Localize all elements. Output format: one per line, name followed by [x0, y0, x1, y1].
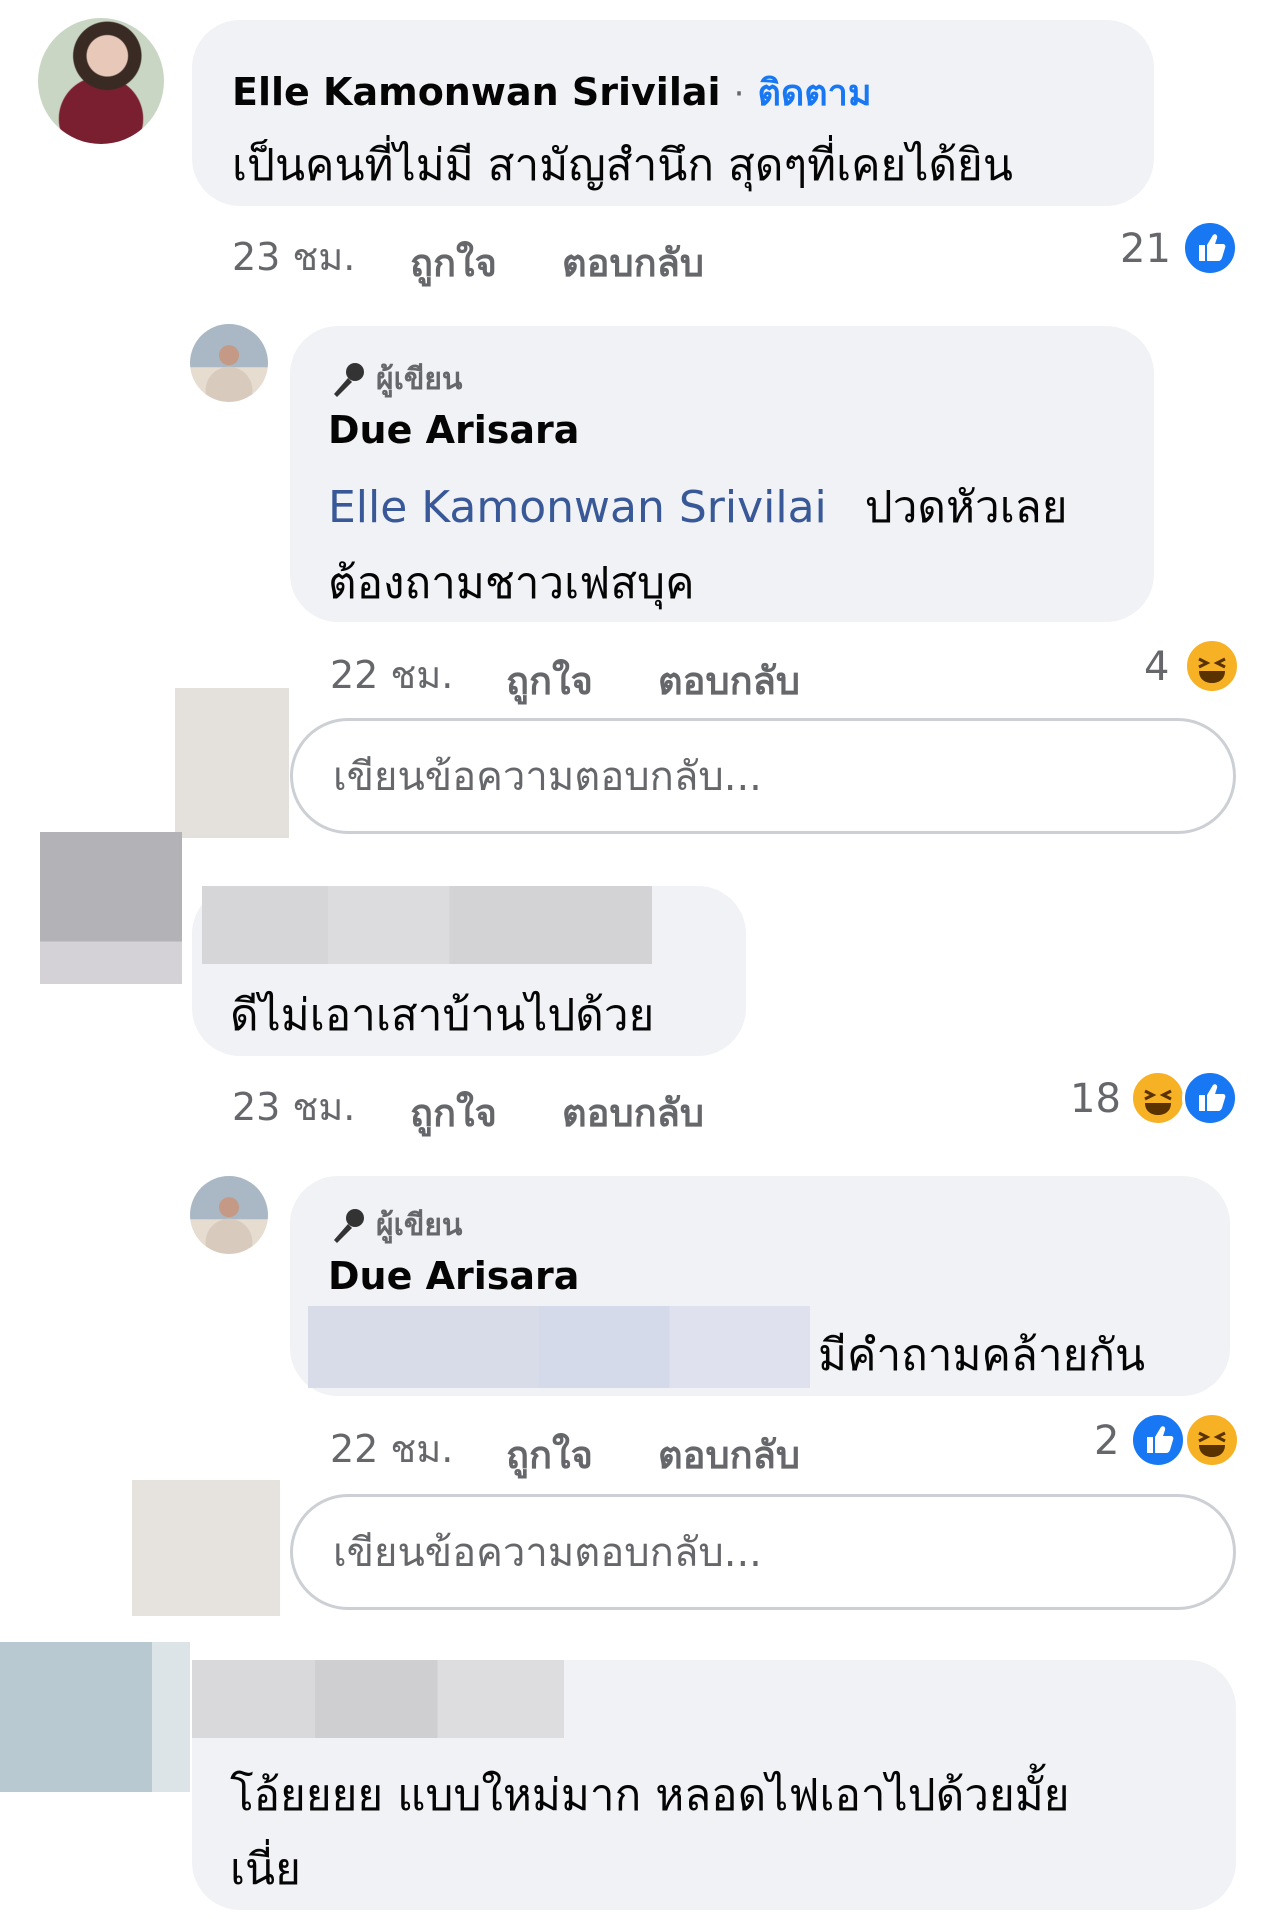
haha-icon	[1184, 638, 1240, 694]
comment-text-line1: โอ้ยยยย แบบใหม่มาก หลอดไฟเอาไปด้วยมั้ย	[230, 1770, 1070, 1821]
haha-icon	[1130, 1070, 1186, 1126]
reply-text-line1: ปวดหัวเลย	[864, 482, 1068, 533]
avatar-elle[interactable]	[38, 18, 164, 144]
like-button[interactable]: ถูกใจ	[506, 650, 593, 711]
like-icon	[1182, 1070, 1238, 1126]
microphone-icon	[334, 362, 364, 397]
avatar-placeholder	[40, 832, 182, 984]
reply-text: มีคำถามคล้ายกัน	[818, 1330, 1146, 1381]
reply-button[interactable]: ตอบกลับ	[658, 650, 800, 711]
comment-text-line2: เนี่ย	[230, 1844, 301, 1895]
comment-text: ดีไม่เอาเสาบ้านไปด้วย	[230, 990, 655, 1041]
reply-input-placeholder: เขียนข้อความตอบกลับ...	[333, 754, 762, 800]
reply-input[interactable]: เขียนข้อความตอบกลับ...	[290, 1494, 1236, 1610]
like-icon	[1130, 1412, 1186, 1468]
mention-link[interactable]: Elle Kamonwan Srivilai	[328, 482, 827, 533]
reply-button[interactable]: ตอบกลับ	[562, 1082, 704, 1143]
microphone-icon	[334, 1208, 364, 1243]
like-button[interactable]: ถูกใจ	[410, 1082, 497, 1143]
comment-bubble: ดีไม่เอาเสาบ้านไปด้วย	[192, 886, 746, 1056]
name-placeholder	[192, 1660, 564, 1738]
comment-bubble: โอ้ยยยย แบบใหม่มาก หลอดไฟเอาไปด้วยมั้ย เ…	[192, 1660, 1236, 1910]
avatar-placeholder	[0, 1642, 190, 1792]
reaction-count[interactable]: 18	[1070, 1076, 1121, 1122]
reaction-count[interactable]: 21	[1120, 226, 1171, 272]
mention-placeholder	[308, 1306, 810, 1388]
reaction-count[interactable]: 4	[1144, 644, 1169, 690]
reply-author[interactable]: Due Arisara	[328, 408, 579, 452]
author-badge: ผู้เขียน	[328, 356, 462, 403]
reply-text-line2: ต้องถามชาวเฟสบุค	[328, 558, 695, 609]
reply-button[interactable]: ตอบกลับ	[658, 1424, 800, 1485]
reply-bubble-due: ผู้เขียน Due Arisara Elle Kamonwan Srivi…	[290, 326, 1154, 622]
haha-icon	[1184, 1412, 1240, 1468]
author-badge: ผู้เขียน	[328, 1202, 462, 1249]
reaction-count[interactable]: 2	[1094, 1418, 1119, 1464]
reply-time[interactable]: 22 ชม.	[330, 1418, 453, 1479]
like-icon	[1182, 220, 1238, 276]
avatar-placeholder	[175, 688, 289, 838]
author-badge-label: ผู้เขียน	[376, 1208, 463, 1243]
comment-text: เป็นคนที่ไม่มี สามัญสำนึก สุดๆที่เคยได้ย…	[232, 140, 1013, 191]
avatar-placeholder	[132, 1480, 280, 1616]
author-badge-label: ผู้เขียน	[376, 362, 463, 397]
follow-link[interactable]: ติดตาม	[758, 73, 872, 114]
like-button[interactable]: ถูกใจ	[410, 232, 497, 293]
avatar-due-arisara[interactable]	[190, 1176, 268, 1254]
comment-author[interactable]: Elle Kamonwan Srivilai	[232, 70, 721, 114]
reply-time[interactable]: 22 ชม.	[330, 644, 453, 705]
comment-time[interactable]: 23 ชม.	[232, 1076, 355, 1137]
name-placeholder	[202, 886, 652, 964]
comment-bubble-elle: Elle Kamonwan Srivilai · ติดตาม เป็นคนที…	[192, 20, 1154, 206]
reply-button[interactable]: ตอบกลับ	[562, 232, 704, 293]
reply-bubble-due: ผู้เขียน Due Arisara มีคำถามคล้ายกัน	[290, 1176, 1230, 1396]
like-button[interactable]: ถูกใจ	[506, 1424, 593, 1485]
follow-separator: ·	[733, 74, 745, 114]
avatar-due-arisara[interactable]	[190, 324, 268, 402]
reply-author[interactable]: Due Arisara	[328, 1254, 579, 1298]
comment-time[interactable]: 23 ชม.	[232, 226, 355, 287]
reply-input[interactable]: เขียนข้อความตอบกลับ...	[290, 718, 1236, 834]
reply-input-placeholder: เขียนข้อความตอบกลับ...	[333, 1530, 762, 1576]
